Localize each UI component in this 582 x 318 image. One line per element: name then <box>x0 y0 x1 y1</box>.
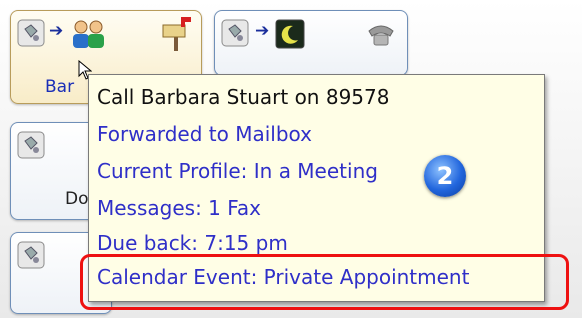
phone-icon <box>221 19 249 51</box>
tooltip-call-header: Call Barbara Stuart on 89578 <box>97 85 390 109</box>
tooltip-messages: Messages: 1 Fax <box>97 196 262 220</box>
telephone-icon <box>365 21 397 53</box>
tooltip-forward-status: Forwarded to Mailbox <box>97 122 312 146</box>
phone-icon <box>17 241 45 273</box>
people-icon <box>69 17 109 55</box>
contact-name-label: Bar <box>45 77 75 97</box>
phone-icon <box>17 131 45 163</box>
arrow-right-icon: ➔ <box>255 21 270 41</box>
step-number-badge: 2 <box>424 155 466 197</box>
calendar-event-highlight <box>80 254 569 310</box>
contact-name-label: Do <box>65 189 89 209</box>
tooltip-current-profile: Current Profile: In a Meeting <box>97 159 378 183</box>
tooltip-due-back: Due back: 7:15 pm <box>97 231 288 255</box>
phone-icon <box>17 19 45 51</box>
mailbox-icon <box>159 17 193 57</box>
moon-icon <box>275 19 305 53</box>
contact-tile-second[interactable]: ➔ <box>214 10 408 76</box>
arrow-right-icon: ➔ <box>49 21 64 41</box>
